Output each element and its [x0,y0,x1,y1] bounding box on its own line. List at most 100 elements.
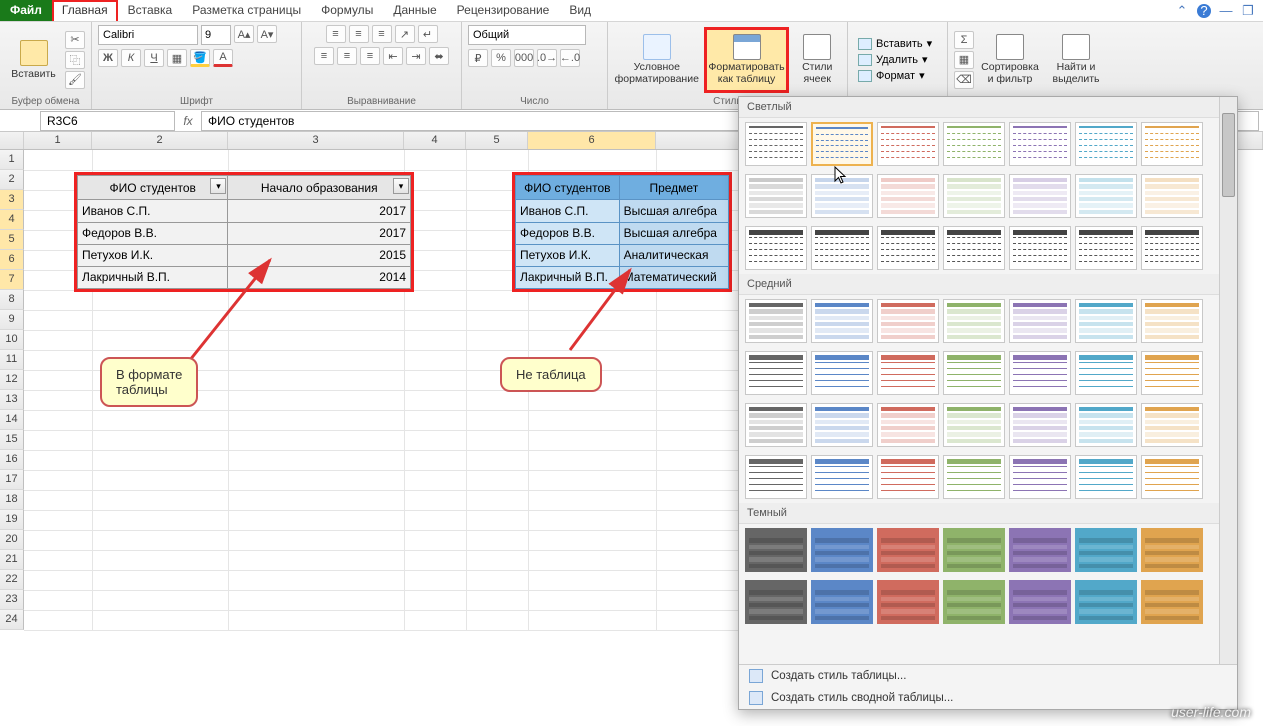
table-style-swatch[interactable] [745,528,807,572]
col-header[interactable]: 2 [92,132,228,149]
table-style-swatch[interactable] [1075,351,1137,395]
table-style-swatch[interactable] [745,174,807,218]
table-style-swatch[interactable] [1141,299,1203,343]
table-style-swatch[interactable] [1141,122,1203,166]
table-style-swatch[interactable] [1075,580,1137,624]
tab-data[interactable]: Данные [383,0,446,21]
table-style-swatch[interactable] [745,455,807,499]
row-header[interactable]: 12 [0,370,24,390]
table-style-swatch[interactable] [943,174,1005,218]
fill-color-icon[interactable]: 🪣 [190,49,210,67]
table-style-swatch[interactable] [943,351,1005,395]
increase-font-icon[interactable]: A▴ [234,25,254,43]
table-style-swatch[interactable] [1009,351,1071,395]
table-style-swatch[interactable] [877,299,939,343]
table-style-swatch[interactable] [1141,528,1203,572]
row-header[interactable]: 18 [0,490,24,510]
align-center-icon[interactable]: ≡ [337,47,357,65]
table-style-swatch[interactable] [943,403,1005,447]
table-row[interactable]: Федоров В.В.Высшая алгебра [516,222,729,244]
table-style-swatch[interactable] [1075,174,1137,218]
table-style-swatch[interactable] [1075,122,1137,166]
table-header[interactable]: Предмет [619,176,728,200]
bold-icon[interactable]: Ж [98,49,118,67]
delete-cells-button[interactable]: Удалить▾ [854,52,936,67]
table-style-swatch[interactable] [1075,226,1137,270]
table-style-swatch[interactable] [811,528,873,572]
filter-dropdown-icon[interactable]: ▾ [393,178,409,194]
table-row[interactable]: Иванов С.П.2017 [78,200,411,222]
row-header[interactable]: 21 [0,550,24,570]
col-header[interactable]: 3 [228,132,404,149]
fx-icon[interactable]: fx [179,114,197,128]
table-style-swatch[interactable] [745,403,807,447]
table-style-swatch[interactable] [745,226,807,270]
merge-icon[interactable]: ⬌ [429,47,449,65]
autosum-icon[interactable]: Σ [954,31,974,49]
table-style-swatch[interactable] [811,299,873,343]
table-style-swatch[interactable] [1009,528,1071,572]
table-style-swatch[interactable] [811,174,873,218]
name-box[interactable] [40,111,175,131]
table-style-swatch[interactable] [877,580,939,624]
help-icon[interactable]: ? [1197,4,1211,18]
tab-view[interactable]: Вид [559,0,601,21]
percent-icon[interactable]: % [491,49,511,67]
table-row[interactable]: Федоров В.В.2017 [78,222,411,244]
row-header[interactable]: 20 [0,530,24,550]
table-style-swatch[interactable] [1075,299,1137,343]
table-style-swatch[interactable] [745,299,807,343]
row-header[interactable]: 19 [0,510,24,530]
table-style-swatch[interactable] [877,455,939,499]
restore-icon[interactable]: ❐ [1241,4,1255,18]
row-header[interactable]: 17 [0,470,24,490]
col-header[interactable]: 6 [528,132,656,149]
table-style-swatch[interactable] [1009,299,1071,343]
table-style-swatch[interactable] [811,351,873,395]
underline-icon[interactable]: Ч [144,49,164,67]
table-style-swatch[interactable] [1009,403,1071,447]
table-style-swatch[interactable] [877,528,939,572]
table-style-swatch[interactable] [1141,226,1203,270]
row-header[interactable]: 6 [0,250,24,270]
table-style-swatch[interactable] [877,226,939,270]
row-header[interactable]: 13 [0,390,24,410]
table-style-swatch[interactable] [811,403,873,447]
table-style-swatch[interactable] [877,174,939,218]
row-header[interactable]: 14 [0,410,24,430]
row-header[interactable]: 16 [0,450,24,470]
align-bottom-icon[interactable]: ≡ [372,25,392,43]
row-header[interactable]: 8 [0,290,24,310]
fill-icon[interactable]: ▦ [954,51,974,69]
row-header[interactable]: 10 [0,330,24,350]
italic-icon[interactable]: К [121,49,141,67]
find-select-button[interactable]: Найти и выделить [1046,27,1106,93]
clear-icon[interactable]: ⌫ [954,71,974,89]
table-style-swatch[interactable] [943,455,1005,499]
paste-button[interactable]: Вставить [6,27,61,93]
tab-insert[interactable]: Вставка [118,0,183,21]
table-style-swatch[interactable] [745,580,807,624]
table-style-swatch[interactable] [877,122,939,166]
cut-icon[interactable]: ✂ [65,31,85,49]
row-header[interactable]: 9 [0,310,24,330]
table-style-swatch[interactable] [811,226,873,270]
align-top-icon[interactable]: ≡ [326,25,346,43]
table-style-swatch[interactable] [1075,528,1137,572]
conditional-formatting-button[interactable]: Условное форматирование [614,27,700,93]
table-style-swatch[interactable] [811,122,873,166]
border-icon[interactable]: ▦ [167,49,187,67]
col-header[interactable]: 4 [404,132,466,149]
tab-formulas[interactable]: Формулы [311,0,383,21]
decrease-font-icon[interactable]: A▾ [257,25,277,43]
filter-dropdown-icon[interactable]: ▾ [210,178,226,194]
decrease-decimal-icon[interactable]: ←.0 [560,49,580,67]
tab-home[interactable]: Главная [52,0,118,21]
align-right-icon[interactable]: ≡ [360,47,380,65]
table-style-swatch[interactable] [1141,351,1203,395]
insert-cells-button[interactable]: Вставить▾ [854,36,936,51]
font-name-input[interactable] [98,25,198,45]
comma-icon[interactable]: 000 [514,49,534,67]
table-style-swatch[interactable] [1141,403,1203,447]
tab-page-layout[interactable]: Разметка страницы [182,0,311,21]
